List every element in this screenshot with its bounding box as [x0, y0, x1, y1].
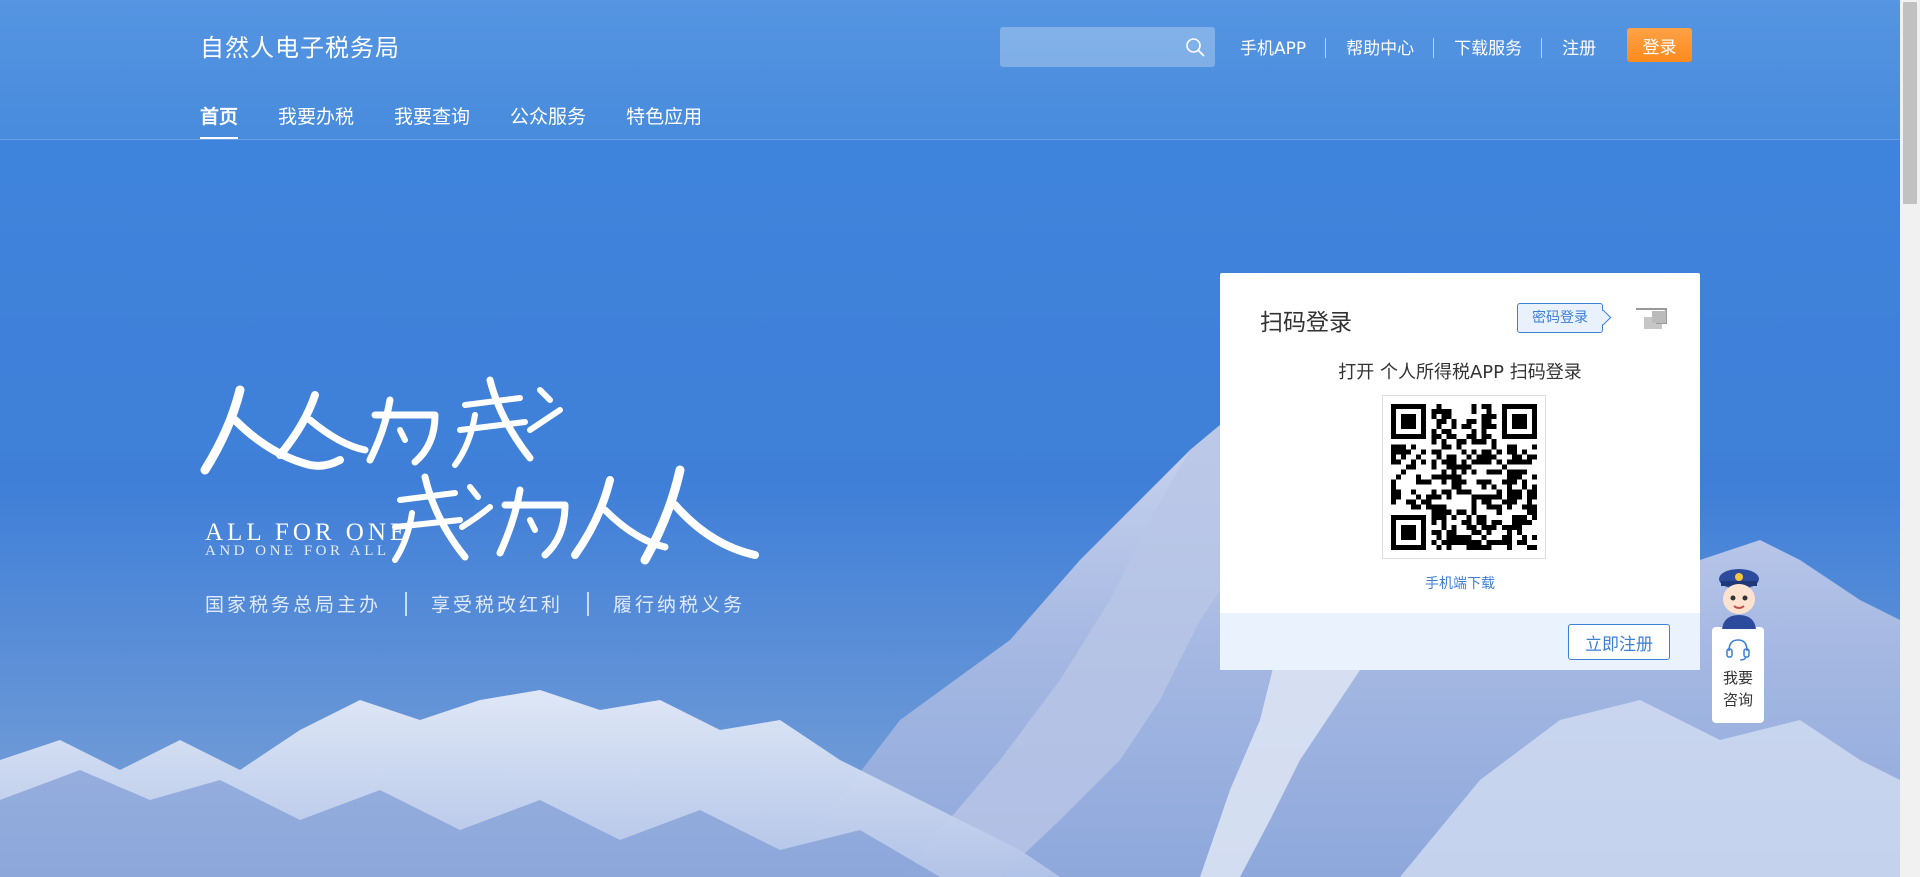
headset-icon — [1726, 639, 1750, 661]
slogan-english-2: AND ONE FOR ALL — [205, 543, 390, 559]
slogan-duty: 履行纳税义务 — [613, 594, 746, 616]
password-login-tip[interactable]: 密码登录 — [1517, 303, 1603, 333]
site-header: 自然人电子税务局 手机APP 帮助中心 下载服务 注册 登录 首页 我要办税 我… — [0, 0, 1900, 140]
tab-public-service[interactable]: 公众服务 — [510, 102, 586, 139]
link-register[interactable]: 注册 — [1542, 34, 1616, 59]
scrollbar-thumb[interactable] — [1903, 2, 1917, 204]
slogan-divider — [405, 591, 408, 616]
pc-login-icon[interactable] — [1634, 307, 1668, 331]
search-icon[interactable] — [1185, 37, 1205, 57]
link-help-center[interactable]: 帮助中心 — [1326, 34, 1435, 59]
link-mobile-app[interactable]: 手机APP — [1220, 34, 1327, 59]
slogan-calligraphy-line2 — [392, 465, 759, 565]
login-button[interactable]: 登录 — [1627, 28, 1692, 62]
tab-query[interactable]: 我要查询 — [394, 102, 470, 139]
slogan-calligraphy-line1 — [200, 376, 563, 475]
scan-hint: 打开 个人所得税APP 扫码登录 — [1338, 362, 1582, 383]
slogan-benefit: 享受税改红利 — [431, 594, 564, 616]
search-input[interactable] — [1000, 27, 1215, 67]
consult-button[interactable]: 我要 咨询 — [1712, 627, 1764, 723]
tab-featured-apps[interactable]: 特色应用 — [626, 102, 702, 139]
header-divider — [0, 139, 1900, 140]
consult-widget[interactable]: 我要 咨询 — [1712, 565, 1766, 723]
main-nav: 首页 我要办税 我要查询 公众服务 特色应用 — [200, 102, 742, 139]
app-download-link[interactable]: 手机端下载 — [1220, 573, 1700, 593]
card-footer: 立即注册 — [1220, 613, 1700, 670]
tab-home[interactable]: 首页 — [200, 102, 239, 139]
consult-label-2: 咨询 — [1722, 691, 1753, 709]
login-card: 扫码登录 密码登录 打开 个人所得税APP 扫码登录 手机端下载 立即注册 — [1220, 273, 1700, 670]
search-box — [1000, 27, 1215, 67]
qr-code — [1382, 395, 1546, 559]
site-title[interactable]: 自然人电子税务局 — [200, 28, 400, 63]
qr-code-image — [1391, 404, 1537, 550]
page-scrollbar[interactable] — [1900, 0, 1920, 877]
slogan-host: 国家税务总局主办 — [205, 594, 382, 616]
slogan-divider — [587, 591, 590, 616]
top-links: 手机APP 帮助中心 下载服务 注册 — [1220, 31, 1616, 61]
mascot-icon — [1719, 569, 1759, 629]
card-title: 扫码登录 — [1260, 310, 1352, 336]
tab-handle-tax[interactable]: 我要办税 — [278, 102, 354, 139]
consult-label-1: 我要 — [1722, 669, 1753, 687]
slogan-subline: 国家税务总局主办 享受税改红利 履行纳税义务 — [205, 590, 745, 617]
register-now-button[interactable]: 立即注册 — [1568, 624, 1670, 660]
link-download-service[interactable]: 下载服务 — [1434, 34, 1543, 59]
